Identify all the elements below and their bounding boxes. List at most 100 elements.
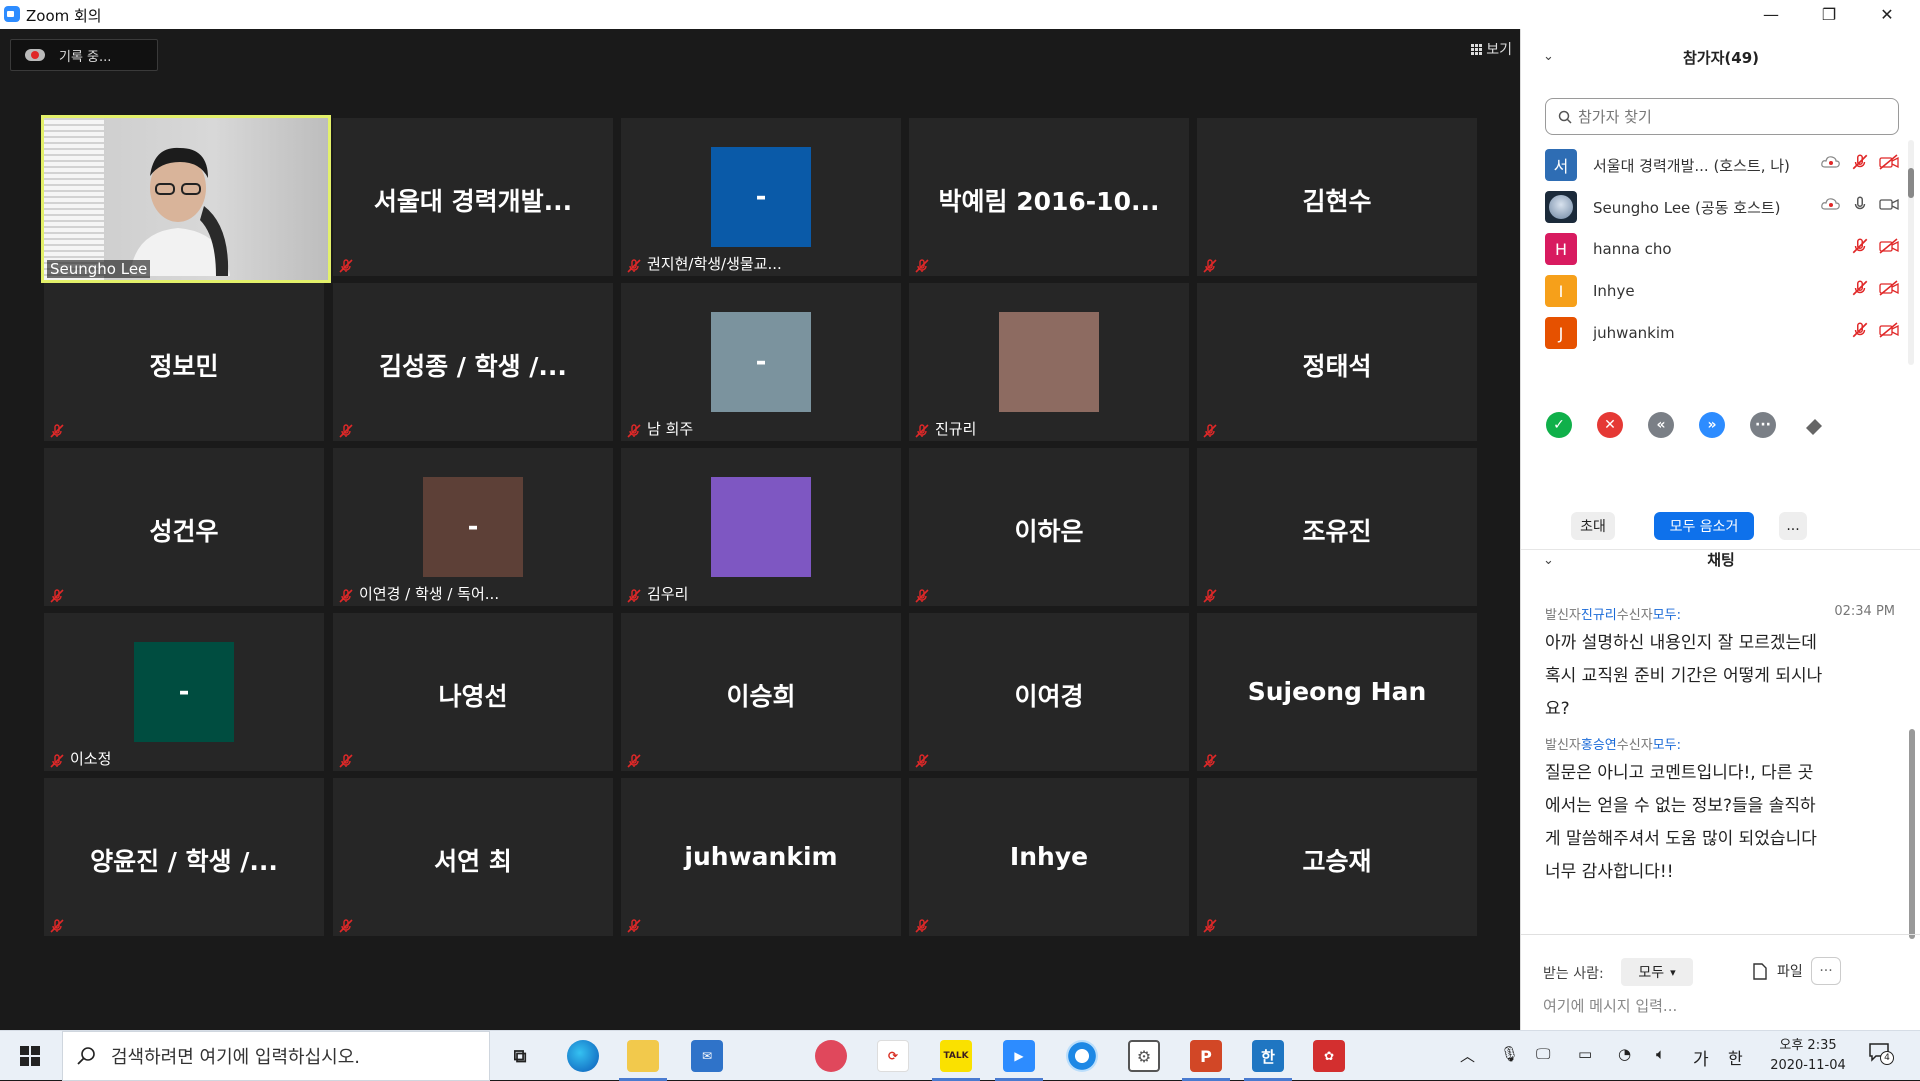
- participant-tile[interactable]: 조유진: [1197, 448, 1477, 606]
- participant-tile[interactable]: 김현수: [1197, 118, 1477, 276]
- volume-icon[interactable]: 🔈︎: [1656, 1045, 1665, 1063]
- participant-display-name: 서연 최: [434, 847, 512, 876]
- wifi-icon[interactable]: ◔: [1618, 1045, 1631, 1063]
- chat-scrollbar[interactable]: [1909, 729, 1915, 939]
- participant-list-item[interactable]: Hhanna cho: [1545, 229, 1899, 269]
- show-hidden-icons-chevron-icon[interactable]: ︿: [1460, 1045, 1475, 1066]
- edge-icon[interactable]: [567, 1040, 599, 1072]
- slower-icon[interactable]: «: [1648, 412, 1674, 438]
- participant-tile[interactable]: 서연 최: [333, 778, 613, 936]
- participant-tile[interactable]: 김우리: [621, 448, 901, 606]
- recipient-name[interactable]: 모두:: [1653, 608, 1681, 623]
- participant-tile[interactable]: Seungho Lee: [41, 115, 331, 283]
- taskbar-search-box[interactable]: 검색하려면 여기에 입력하십시오.: [62, 1031, 490, 1081]
- participant-tile[interactable]: 박예림 2016-10...: [909, 118, 1189, 276]
- participant-display-name: 성건우: [149, 517, 219, 546]
- faster-icon[interactable]: »: [1699, 412, 1725, 438]
- invite-button[interactable]: 초대: [1571, 512, 1615, 540]
- file-explorer-icon[interactable]: [619, 1040, 667, 1081]
- battery-icon[interactable]: ▭: [1578, 1045, 1592, 1063]
- participant-tile[interactable]: Sujeong Han: [1197, 613, 1477, 771]
- recipient-dropdown[interactable]: 모두 ▾: [1621, 958, 1693, 986]
- mail-icon[interactable]: ✉: [691, 1040, 723, 1072]
- sender-name[interactable]: 홍승연: [1581, 738, 1617, 753]
- muted-mic-icon: [626, 423, 642, 439]
- zoom-app-icon: [4, 6, 20, 22]
- powerpoint-icon[interactable]: P: [1182, 1040, 1230, 1081]
- participant-tile[interactable]: -남 희주: [621, 283, 901, 441]
- participant-tile[interactable]: 이하은: [909, 448, 1189, 606]
- recording-indicator[interactable]: 기록 중...: [10, 39, 158, 71]
- participant-display-name: juhwankim: [684, 842, 838, 871]
- notification-center-icon[interactable]: 4: [1868, 1041, 1894, 1067]
- chat-message-line: 질문은 아니고 코멘트입니다!, 다른 곳: [1545, 763, 1814, 783]
- sender-name[interactable]: 진규리: [1581, 608, 1617, 623]
- sync-icon[interactable]: ⟳: [877, 1040, 909, 1072]
- cloud-record-icon: [25, 47, 45, 63]
- ime-mode-han[interactable]: 한: [1728, 1045, 1743, 1069]
- participant-tile[interactable]: 이승희: [621, 613, 901, 771]
- approve-icon[interactable]: ✓: [1546, 412, 1572, 438]
- clear-all-eraser-icon[interactable]: [1801, 412, 1827, 438]
- participant-status-icons: [1821, 153, 1899, 171]
- participant-list-item[interactable]: I Inhye: [1545, 271, 1899, 311]
- participant-tile[interactable]: 양윤진 / 학생 /...: [44, 778, 324, 936]
- start-button[interactable]: [0, 1031, 60, 1081]
- chat-message-meta: 발신자홍승연수신자모두:: [1545, 734, 1895, 753]
- participant-name-label: 권지현/학생/생물교...: [647, 255, 782, 273]
- participant-tile[interactable]: - 권지현/학생/생물교...: [621, 118, 901, 276]
- security-app-icon[interactable]: ⚙: [1128, 1040, 1160, 1072]
- muted-mic-icon: [1202, 588, 1218, 604]
- recipient-name[interactable]: 모두:: [1653, 738, 1681, 753]
- participant-tile[interactable]: 성건우: [44, 448, 324, 606]
- participant-tile[interactable]: 서울대 경력개발...: [333, 118, 613, 276]
- restore-button[interactable]: ❐: [1800, 0, 1858, 29]
- participant-tile[interactable]: 정태석: [1197, 283, 1477, 441]
- kakaotalk-icon[interactable]: TALK: [932, 1040, 980, 1081]
- participant-display-name: 정태석: [1302, 352, 1372, 381]
- participant-tile[interactable]: 김성종 / 학생 /...: [333, 283, 613, 441]
- close-button[interactable]: ✕: [1858, 0, 1916, 29]
- deny-icon[interactable]: ✕: [1597, 412, 1623, 438]
- participant-tile[interactable]: - 이연경 / 학생 / 독어...: [333, 448, 613, 606]
- hancom-icon[interactable]: 한: [1244, 1040, 1292, 1081]
- chat-message-time: 02:34 PM: [1834, 604, 1895, 619]
- file-button[interactable]: 파일: [1753, 961, 1803, 981]
- chat-message-line: 혹시 교직원 준비 기간은 어떻게 되시나: [1545, 666, 1823, 686]
- minimize-button[interactable]: —: [1742, 0, 1800, 29]
- ime-mode-ga[interactable]: 가: [1693, 1045, 1709, 1070]
- taskbar-clock[interactable]: 오후 2:35 2020-11-04: [1764, 1036, 1852, 1076]
- mute-all-button[interactable]: 모두 음소거: [1654, 512, 1754, 540]
- chat-message-input[interactable]: 여기에 메시지 입력...: [1543, 995, 1677, 1016]
- search-icon: [1558, 110, 1572, 124]
- chat-more-button[interactable]: ···: [1811, 957, 1841, 985]
- participant-tile[interactable]: 이여경: [909, 613, 1189, 771]
- participant-tile[interactable]: 정보민: [44, 283, 324, 441]
- internet-explorer-icon[interactable]: [1066, 1040, 1098, 1072]
- view-button[interactable]: 보기: [1471, 39, 1512, 59]
- participants-more-button[interactable]: ...: [1779, 512, 1807, 540]
- participant-list-item[interactable]: Seungho Lee (공동 호스트): [1545, 187, 1899, 227]
- chat-app-icon[interactable]: [815, 1040, 847, 1072]
- video-off-icon: [1879, 322, 1899, 338]
- participant-tile[interactable]: 진규리: [909, 283, 1189, 441]
- participant-display-name: 김현수: [1302, 187, 1372, 216]
- participant-tile[interactable]: - 이소정: [44, 613, 324, 771]
- zoom-icon[interactable]: ▶: [995, 1040, 1043, 1081]
- microphone-icon[interactable]: 🎙︎: [1500, 1045, 1519, 1063]
- participant-tile[interactable]: 고승재: [1197, 778, 1477, 936]
- app-icon[interactable]: ✿: [1313, 1040, 1345, 1072]
- taskbar-search-placeholder: 검색하려면 여기에 입력하십시오.: [111, 1047, 361, 1068]
- participant-tile[interactable]: 나영선: [333, 613, 613, 771]
- participant-list-scrollbar[interactable]: [1908, 140, 1914, 365]
- participant-list-item[interactable]: Jjuhwankim: [1545, 313, 1899, 353]
- participant-display-name: 조유진: [1302, 517, 1372, 546]
- participant-tile[interactable]: Inhye: [909, 778, 1189, 936]
- more-reactions-icon[interactable]: ···: [1750, 412, 1776, 438]
- participant-list-item[interactable]: 서 서울대 경력개발... (호스트, 나): [1545, 145, 1899, 185]
- participant-search-input[interactable]: 참가자 찾기: [1545, 98, 1899, 135]
- monitor-icon[interactable]: 🖵︎: [1536, 1045, 1550, 1063]
- cloud-record-icon: [1821, 198, 1840, 210]
- participant-tile[interactable]: juhwankim: [621, 778, 901, 936]
- task-view-icon[interactable]: ⧉: [504, 1040, 536, 1072]
